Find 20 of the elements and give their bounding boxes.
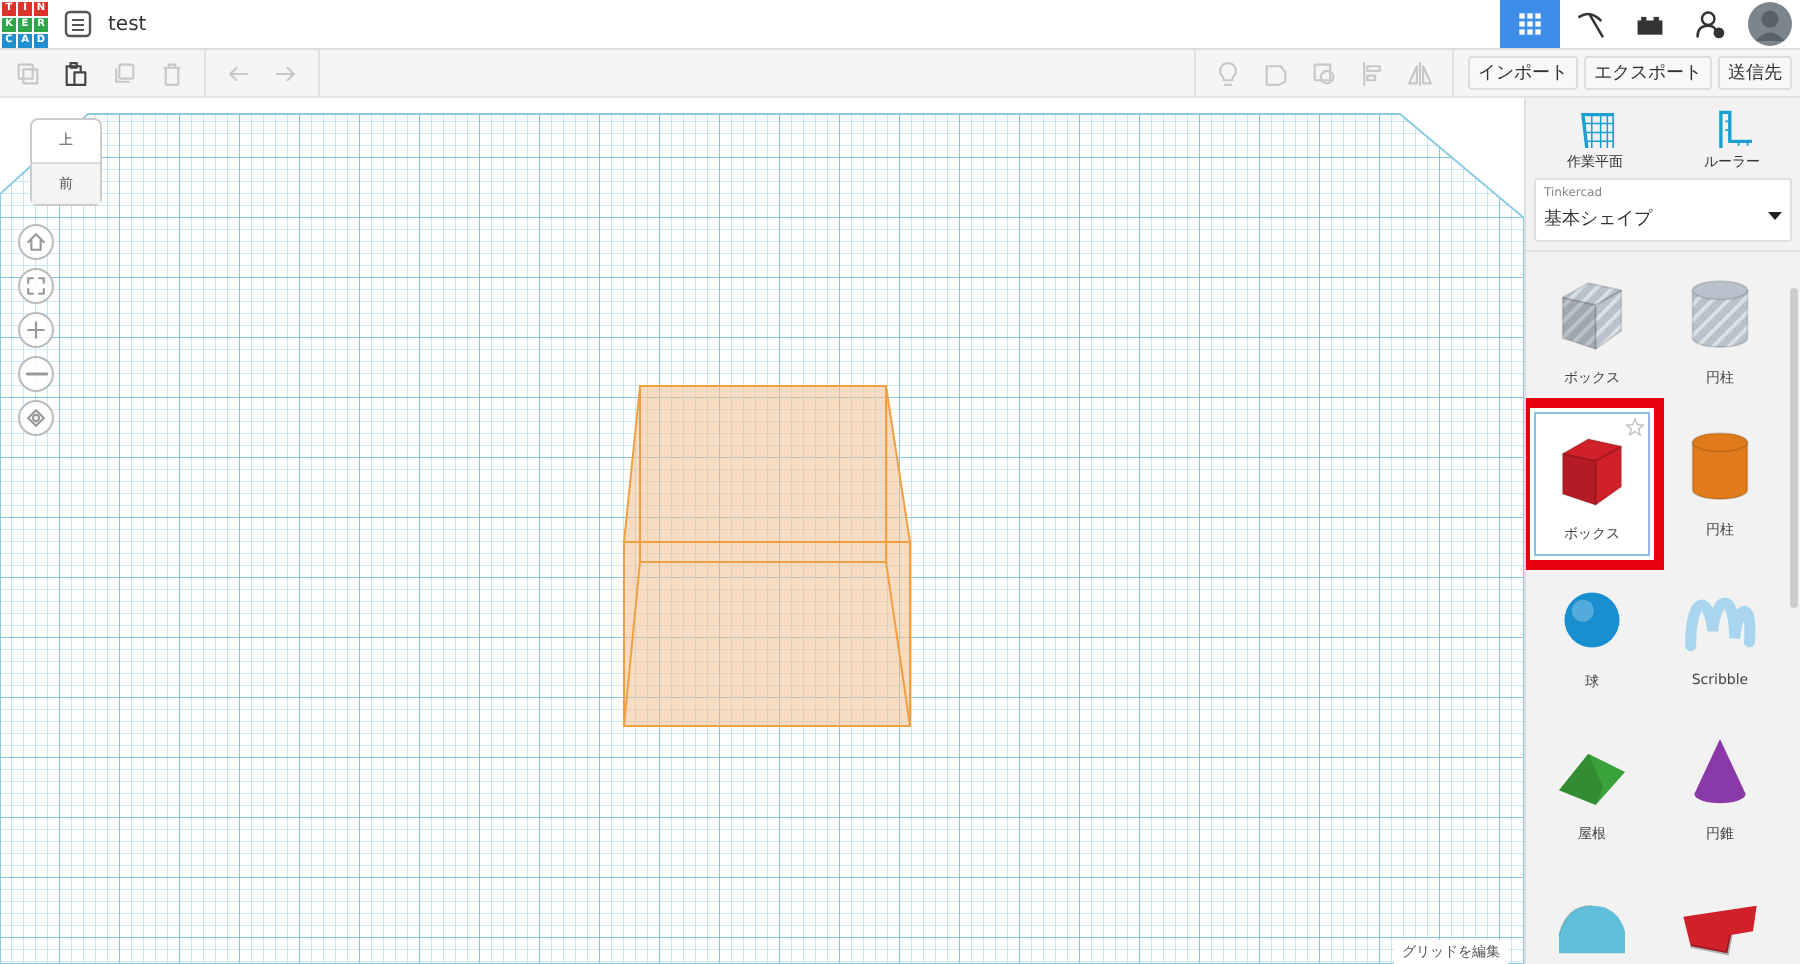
- grid-drawing[interactable]: [0, 113, 1524, 964]
- scrollbar[interactable]: [1790, 288, 1798, 608]
- action-button[interactable]: インポート: [1468, 56, 1578, 90]
- action-button[interactable]: 送信先: [1718, 56, 1792, 90]
- avatar-icon: [1748, 2, 1792, 46]
- plus-icon: [22, 316, 50, 344]
- box-drawing[interactable]: [623, 385, 911, 727]
- home-icon: [22, 228, 50, 256]
- pickaxe-icon: [1574, 8, 1606, 40]
- user-add-icon: [1694, 8, 1726, 40]
- document-icon[interactable]: [64, 10, 92, 38]
- star-icon[interactable]: [1626, 418, 1644, 436]
- fit-icon: [22, 272, 50, 300]
- orbit-icon: [22, 404, 50, 432]
- grid-icon: [1514, 8, 1546, 40]
- minus-icon: [25, 372, 47, 376]
- design-title[interactable]: test: [108, 13, 147, 35]
- action-button[interactable]: エクスポート: [1584, 56, 1712, 90]
- clipboard-icon[interactable]: [62, 59, 90, 87]
- caret-icon: [1768, 212, 1782, 220]
